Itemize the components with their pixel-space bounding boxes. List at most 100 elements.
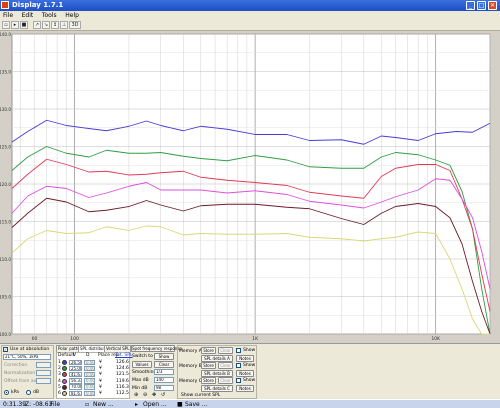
zoom-out-icon[interactable]: ⊖ — [143, 393, 147, 398]
save-icon-taskbar[interactable]: ■ — [177, 401, 183, 408]
control-panel: ✓ Use at absolution 21°C, 50%, 1kPa Corr… — [0, 343, 500, 399]
open-folder-icon-taskbar[interactable]: ▸ — [135, 401, 138, 408]
series-color-swatch — [62, 360, 67, 365]
view-icon-1[interactable]: ↗ — [33, 21, 41, 29]
tot-spl-value: 112.5 — [116, 391, 129, 396]
d-field[interactable]: 0.00 — [84, 359, 95, 365]
open-folder-icon[interactable]: ▸ — [11, 21, 19, 29]
tot-spl-value: 116.3 — [116, 384, 129, 390]
v-field[interactable]: 70.00 — [69, 384, 82, 390]
view-icon-3[interactable]: ↕ — [51, 21, 59, 29]
place-rep-icon[interactable]: ¥ — [99, 372, 102, 377]
place-rep-icon[interactable]: ¥ — [99, 385, 102, 390]
smoothing-label: Smoothing — [132, 370, 157, 375]
title-bar: Display 1.7.1 _ □ ✕ — [0, 0, 500, 11]
tot-spl-value: 124.6 — [116, 366, 129, 372]
reset-view-icon[interactable]: ↺ — [161, 393, 165, 398]
v-field[interactable]: 41.67 — [69, 371, 82, 378]
series-color-swatch — [62, 378, 67, 384]
memory-spl-details-button[interactable]: SPL details C — [201, 384, 233, 392]
tab-vertical-spl[interactable]: Vertical SPL — [104, 345, 132, 352]
x-tick-label: 100 — [70, 336, 79, 342]
d-field[interactable]: 0.00 — [84, 365, 95, 372]
offset-label: Offset from axis — [4, 379, 40, 384]
kpa-radio[interactable] — [4, 390, 9, 395]
tot-spl-header[interactable]: Tot. SPL — [115, 353, 132, 358]
min-db-select[interactable]: 98 — [154, 385, 174, 391]
memory-clear-button[interactable]: Clear — [218, 362, 233, 369]
show-button[interactable]: Show — [154, 353, 174, 360]
menu-file[interactable]: File — [3, 11, 13, 20]
v-header: V — [73, 353, 77, 358]
v-field[interactable]: 81.67 — [69, 390, 82, 396]
v-field[interactable]: 26.50 — [69, 359, 82, 365]
window-title: Display 1.7.1 — [12, 1, 64, 9]
d-field[interactable]: 0.00 — [84, 371, 95, 378]
maximize-button[interactable]: □ — [477, 1, 486, 10]
place-rep-icon[interactable]: ¥ — [99, 366, 102, 371]
v-field[interactable]: 25.00 — [69, 365, 82, 372]
values-button[interactable]: Values — [132, 361, 152, 368]
app-icon — [1, 1, 9, 9]
memory-show-checkbox[interactable] — [236, 378, 241, 383]
correction-field[interactable] — [36, 362, 51, 368]
memory-show-checkbox[interactable] — [236, 363, 241, 368]
view-icon-4[interactable]: ⊥ — [60, 21, 68, 29]
taskbar-save[interactable]: Save ... — [185, 401, 207, 408]
memory-clear-button[interactable]: Clear — [218, 347, 233, 354]
row-number: 3 — [58, 372, 61, 378]
taskbar-file[interactable]: File — [50, 401, 60, 408]
db-radio[interactable] — [26, 390, 31, 395]
save-icon[interactable]: ■ — [20, 21, 28, 29]
close-button[interactable]: ✕ — [488, 1, 497, 10]
memory-store-button[interactable]: Store — [201, 362, 216, 369]
offset-field[interactable] — [36, 378, 51, 384]
tot-spl-value: 126.6 — [116, 360, 129, 365]
smoothing-select[interactable]: 1/3 — [154, 369, 174, 375]
conditions-field[interactable]: 21°C, 50%, 1kPa — [3, 354, 51, 360]
taskbar-new[interactable]: New ... — [93, 401, 114, 408]
memory-label: Memory A — [179, 349, 202, 354]
v-field[interactable]: 56.33 — [69, 378, 82, 384]
view-icon-2[interactable]: ↘ — [42, 21, 50, 29]
menu-tools[interactable]: Tools — [42, 11, 57, 20]
menu-help[interactable]: Help — [65, 11, 79, 20]
frequency-response-chart: 100.0 105.0 110.0 115.0 120.0 125.0 130.0 135.0… — [0, 31, 500, 343]
3d-view-button[interactable]: 3D — [69, 21, 81, 29]
place-rep-icon[interactable]: ¥ — [99, 391, 102, 396]
series-color-swatch — [62, 391, 67, 396]
memory-show-checkbox[interactable] — [236, 348, 241, 353]
y-tick-label: 130.0 — [0, 107, 11, 112]
taskbar: 0:31.39 Z: -08.63 File ▫ New ... ▸ Open … — [0, 399, 500, 408]
new-file-icon[interactable]: ▫ — [2, 21, 10, 29]
pan-icon[interactable]: ✥ — [152, 393, 156, 398]
place-rep-icon[interactable]: ¥ — [99, 379, 102, 384]
memory-notes-button[interactable]: Notes — [236, 354, 254, 362]
new-file-icon-taskbar[interactable]: ▫ — [85, 401, 89, 408]
memory-spl-details-button[interactable]: SPL details B — [201, 369, 233, 377]
memory-store-button[interactable]: Store — [201, 347, 216, 354]
taskbar-open[interactable]: Open ... — [143, 401, 167, 408]
row-number: 5 — [58, 384, 61, 390]
d-field[interactable]: 0.00 — [84, 378, 95, 384]
zoom-in-icon[interactable]: ⊕ — [134, 393, 138, 398]
minimize-button[interactable]: _ — [466, 1, 475, 10]
memory-store-button[interactable]: Store — [201, 377, 216, 384]
max-db-select[interactable]: 140 — [154, 377, 174, 383]
y-tick-label: 120.0 — [0, 182, 11, 187]
normalization-field[interactable] — [36, 370, 51, 376]
memory-notes-button[interactable]: Notes — [236, 384, 254, 392]
use-absolution-checkbox[interactable]: ✓ — [3, 347, 8, 352]
menu-edit[interactable]: Edit — [22, 11, 34, 20]
place-rep-icon[interactable]: ¥ — [99, 360, 102, 365]
memory-show-label: Show — [243, 348, 256, 353]
row-number: 2 — [58, 366, 61, 372]
memory-clear-button[interactable]: Clear — [218, 377, 233, 384]
time-readout: 0:31.39 — [3, 401, 27, 408]
clear-button[interactable]: Clear — [154, 361, 174, 368]
d-field[interactable]: 0.00 — [84, 384, 95, 390]
spot-frequency-button[interactable]: Spot frequency response — [131, 345, 182, 352]
memory-notes-button[interactable]: Notes — [236, 369, 254, 377]
memory-spl-details-button[interactable]: SPL details A — [201, 354, 233, 362]
d-field[interactable]: 0.00 — [84, 390, 95, 396]
